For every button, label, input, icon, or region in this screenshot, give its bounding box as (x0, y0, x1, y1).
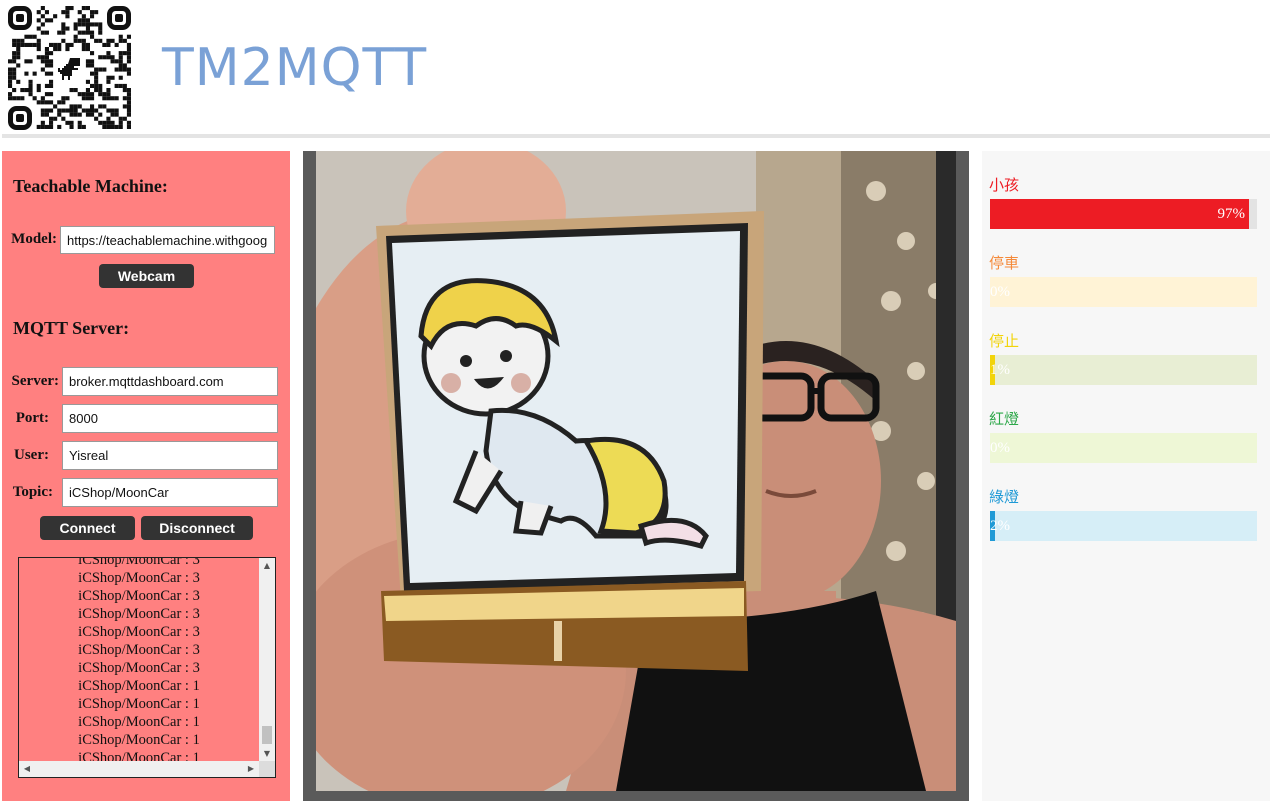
webcam-frame (303, 151, 969, 801)
confidence-bar: 97% (990, 199, 1257, 229)
header-divider (2, 134, 1270, 138)
model-url-input[interactable] (60, 226, 275, 254)
confidence-percent: 0% (990, 284, 1010, 300)
scroll-thumb[interactable] (262, 726, 272, 744)
class-label: 小孩 (989, 176, 1020, 194)
log-line: iCShop/MoonCar : 1 (78, 696, 200, 712)
log-line: iCShop/MoonCar : 3 (78, 588, 200, 604)
confidence-percent: 0% (990, 440, 1010, 456)
scroll-left-icon[interactable]: ◀ (19, 761, 35, 777)
server-label: Server: (11, 373, 59, 389)
log-vertical-scrollbar[interactable]: ▲ ▼ (259, 558, 275, 762)
disconnect-button[interactable]: Disconnect (141, 516, 253, 540)
topic-label: Topic: (12, 484, 53, 500)
confidence-bar: 0% (990, 433, 1257, 463)
log-line: iCShop/MoonCar : 3 (78, 642, 200, 658)
scroll-corner (259, 761, 275, 777)
class-label: 停車 (989, 254, 1020, 272)
server-input[interactable] (62, 367, 278, 396)
class-label: 綠燈 (989, 488, 1020, 506)
model-label: Model: (11, 231, 57, 247)
user-input[interactable] (62, 441, 278, 470)
control-panel: Teachable Machine: Model: Webcam MQTT Se… (2, 151, 290, 801)
log-line: iCShop/MoonCar : 3 (78, 557, 200, 568)
class-label: 停止 (989, 332, 1020, 350)
log-line: iCShop/MoonCar : 1 (78, 714, 200, 730)
confidence-percent: 1% (990, 362, 1010, 378)
message-log[interactable]: iCShop/MoonCar : 3 iCShop/MoonCar : 3 iCSh… (18, 557, 276, 778)
scroll-up-icon[interactable]: ▲ (259, 558, 275, 574)
scroll-right-icon[interactable]: ▶ (243, 761, 259, 777)
app-logo: TM2MQTT (162, 38, 428, 98)
port-label: Port: (15, 410, 49, 426)
mqtt-server-title: MQTT Server: (13, 318, 130, 338)
confidence-percent: 2% (990, 518, 1010, 534)
log-lines: iCShop/MoonCar : 3 iCShop/MoonCar : 3 iCSh… (19, 557, 259, 767)
confidence-bar: 2% (990, 511, 1257, 541)
log-horizontal-scrollbar[interactable]: ◀ ▶ (19, 761, 259, 777)
teachable-machine-title: Teachable Machine: (13, 176, 168, 196)
class-label: 紅燈 (989, 410, 1020, 428)
connect-button[interactable]: Connect (40, 516, 135, 540)
confidence-bar: 0% (990, 277, 1257, 307)
log-line: iCShop/MoonCar : 3 (78, 570, 200, 586)
log-line: iCShop/MoonCar : 1 (78, 678, 200, 694)
header: TM2MQTT (0, 0, 1279, 138)
topic-input[interactable] (62, 478, 278, 507)
log-line: iCShop/MoonCar : 3 (78, 624, 200, 640)
webcam-button[interactable]: Webcam (99, 264, 194, 288)
log-line: iCShop/MoonCar : 3 (78, 660, 200, 676)
predictions-panel: 小孩 97% 停車 0% 停止 1% 紅燈 0% 綠燈 2% (982, 151, 1270, 801)
port-input[interactable] (62, 404, 278, 433)
log-line: iCShop/MoonCar : 1 (78, 732, 200, 748)
user-label: User: (14, 447, 49, 463)
confidence-bar: 1% (990, 355, 1257, 385)
confidence-percent: 97% (1217, 206, 1245, 222)
qr-code (8, 6, 131, 130)
scroll-down-icon[interactable]: ▼ (259, 746, 275, 762)
log-line: iCShop/MoonCar : 3 (78, 606, 200, 622)
webcam-view (316, 151, 956, 791)
